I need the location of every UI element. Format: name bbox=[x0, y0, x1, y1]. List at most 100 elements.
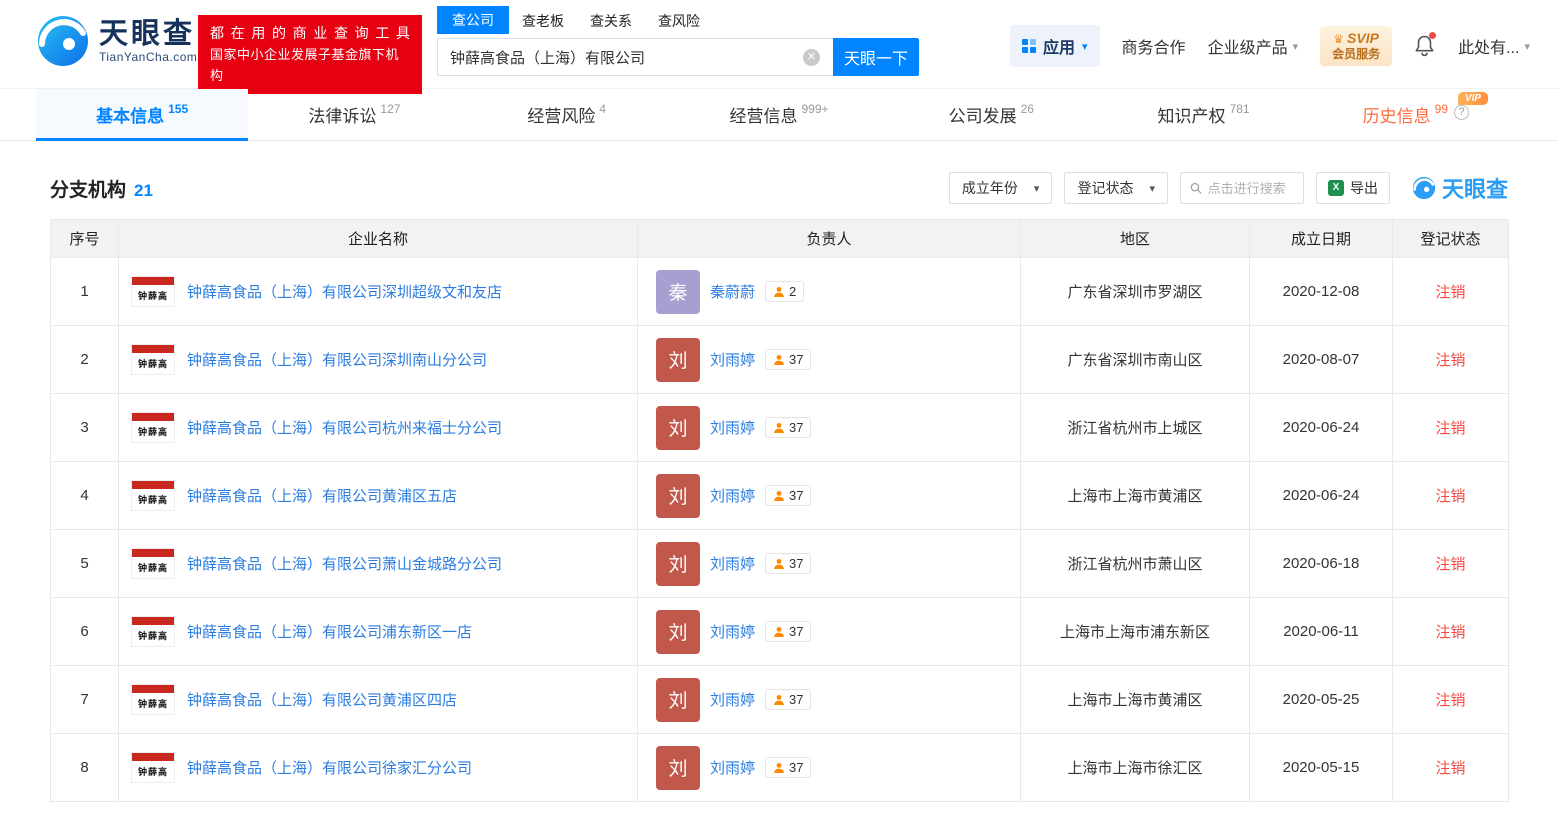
date-cell: 2020-08-07 bbox=[1250, 326, 1393, 394]
tab-history-info[interactable]: VIP 历史信息 99 ? bbox=[1310, 89, 1522, 140]
row-index: 1 bbox=[51, 258, 119, 326]
row-index: 2 bbox=[51, 326, 119, 394]
apps-label: 应用 bbox=[1043, 34, 1075, 58]
relation-badge[interactable]: 37 bbox=[765, 417, 811, 438]
avatar[interactable]: 刘 bbox=[656, 610, 700, 654]
row-index: 3 bbox=[51, 394, 119, 462]
notification-bell-icon[interactable] bbox=[1414, 34, 1436, 58]
search-input[interactable] bbox=[437, 38, 833, 76]
table-search-box[interactable] bbox=[1180, 172, 1304, 204]
tab-intellectual-property[interactable]: 知识产权 781 bbox=[1097, 89, 1309, 140]
apps-menu[interactable]: 应用 ▾ bbox=[1010, 25, 1100, 67]
region-cell: 上海市上海市徐汇区 bbox=[1021, 734, 1250, 802]
svip-member-button[interactable]: ♛ SVIP 会员服务 bbox=[1320, 26, 1392, 65]
top-header: 天眼查 TianYanCha.com 都在用的商业查询工具 国家中小企业发展子基… bbox=[0, 0, 1558, 88]
avatar[interactable]: 刘 bbox=[656, 474, 700, 518]
export-button[interactable]: X 导出 bbox=[1316, 172, 1390, 204]
status-badge: 注销 bbox=[1435, 621, 1465, 642]
table-row: 2 钟薛高 钟薛高食品（上海）有限公司深圳南山分公司 刘 刘雨婷 37 广东省深… bbox=[51, 326, 1508, 394]
tab-operation-risk[interactable]: 经营风险 4 bbox=[461, 89, 673, 140]
avatar[interactable]: 秦 bbox=[656, 270, 700, 314]
relation-badge[interactable]: 37 bbox=[765, 553, 811, 574]
region-cell: 上海市上海市浦东新区 bbox=[1021, 598, 1250, 666]
column-header-date: 成立日期 bbox=[1250, 220, 1393, 258]
relation-badge[interactable]: 37 bbox=[765, 689, 811, 710]
search-icon bbox=[1190, 181, 1202, 195]
header-menu: 应用 ▾ 商务合作 企业级产品 ▾ ♛ SVIP 会员服务 此处有... ▾ bbox=[1010, 24, 1530, 68]
relation-badge[interactable]: 37 bbox=[765, 485, 811, 506]
person-cell: 刘 刘雨婷 37 bbox=[638, 462, 1021, 530]
brand-domain: TianYanCha.com bbox=[99, 50, 197, 64]
filter-registration-status[interactable]: 登记状态 ▾ bbox=[1064, 172, 1168, 204]
company-name-link[interactable]: 钟薛高食品（上海）有限公司深圳南山分公司 bbox=[187, 349, 487, 370]
person-cell: 刘 刘雨婷 37 bbox=[638, 326, 1021, 394]
tab-company-development[interactable]: 公司发展 26 bbox=[885, 89, 1097, 140]
column-header-company: 企业名称 bbox=[119, 220, 638, 258]
help-icon[interactable]: ? bbox=[1454, 105, 1469, 120]
column-header-index: 序号 bbox=[51, 220, 119, 258]
person-name-link[interactable]: 刘雨婷 bbox=[710, 485, 755, 506]
account-menu[interactable]: 此处有... ▾ bbox=[1458, 34, 1530, 58]
search-tab-boss[interactable]: 查老板 bbox=[509, 8, 577, 34]
avatar[interactable]: 刘 bbox=[656, 542, 700, 586]
tab-basic-info[interactable]: 基本信息 155 bbox=[36, 89, 248, 140]
company-name-link[interactable]: 钟薛高食品（上海）有限公司徐家汇分公司 bbox=[187, 757, 472, 778]
person-cell: 刘 刘雨婷 37 bbox=[638, 530, 1021, 598]
detail-tabs: 基本信息 155 法律诉讼 127 经营风险 4 经营信息 999+ 公司发展 … bbox=[0, 88, 1558, 141]
person-name-link[interactable]: 刘雨婷 bbox=[710, 757, 755, 778]
relation-badge[interactable]: 37 bbox=[765, 757, 811, 778]
status-cell: 注销 bbox=[1393, 462, 1509, 530]
row-index: 5 bbox=[51, 530, 119, 598]
branch-count: 21 bbox=[134, 181, 153, 201]
company-name-link[interactable]: 钟薛高食品（上海）有限公司黄浦区四店 bbox=[187, 689, 457, 710]
relation-badge[interactable]: 2 bbox=[765, 281, 804, 302]
person-name-link[interactable]: 刘雨婷 bbox=[710, 349, 755, 370]
company-name-link[interactable]: 钟薛高食品（上海）有限公司深圳超级文和友店 bbox=[187, 281, 502, 302]
search-tab-risk[interactable]: 查风险 bbox=[645, 8, 713, 34]
search-tab-relation[interactable]: 查关系 bbox=[577, 8, 645, 34]
search-button[interactable]: 天眼一下 bbox=[833, 38, 919, 76]
vip-badge: VIP bbox=[1458, 92, 1488, 105]
company-name-link[interactable]: 钟薛高食品（上海）有限公司黄浦区五店 bbox=[187, 485, 457, 506]
business-cooperation-link[interactable]: 商务合作 bbox=[1122, 34, 1186, 58]
table-search-input[interactable] bbox=[1208, 181, 1294, 196]
search-tabs: 查公司 查老板 查关系 查风险 bbox=[437, 8, 919, 34]
company-name-link[interactable]: 钟薛高食品（上海）有限公司浦东新区一店 bbox=[187, 621, 472, 642]
table-row: 5 钟薛高 钟薛高食品（上海）有限公司萧山金城路分公司 刘 刘雨婷 37 浙江省… bbox=[51, 530, 1508, 598]
table-row: 4 钟薛高 钟薛高食品（上海）有限公司黄浦区五店 刘 刘雨婷 37 上海市上海市… bbox=[51, 462, 1508, 530]
region-cell: 上海市上海市黄浦区 bbox=[1021, 462, 1250, 530]
relation-badge[interactable]: 37 bbox=[765, 349, 811, 370]
enterprise-products-menu[interactable]: 企业级产品 ▾ bbox=[1208, 34, 1299, 58]
logo-red-band bbox=[132, 481, 174, 489]
person-name-link[interactable]: 刘雨婷 bbox=[710, 689, 755, 710]
logo-red-band bbox=[132, 617, 174, 625]
search-tab-company[interactable]: 查公司 bbox=[437, 6, 509, 34]
chevron-down-icon: ▾ bbox=[1293, 40, 1299, 53]
avatar[interactable]: 刘 bbox=[656, 678, 700, 722]
company-logo: 钟薛高 bbox=[131, 344, 175, 375]
date-cell: 2020-06-11 bbox=[1250, 598, 1393, 666]
person-name-link[interactable]: 刘雨婷 bbox=[710, 417, 755, 438]
avatar[interactable]: 刘 bbox=[656, 406, 700, 450]
tab-legal-litigation[interactable]: 法律诉讼 127 bbox=[248, 89, 460, 140]
status-badge: 注销 bbox=[1435, 281, 1465, 302]
person-name-link[interactable]: 刘雨婷 bbox=[710, 621, 755, 642]
avatar[interactable]: 刘 bbox=[656, 338, 700, 382]
company-name-link[interactable]: 钟薛高食品（上海）有限公司萧山金城路分公司 bbox=[187, 553, 502, 574]
avatar[interactable]: 刘 bbox=[656, 746, 700, 790]
relation-badge[interactable]: 37 bbox=[765, 621, 811, 642]
date-cell: 2020-05-15 bbox=[1250, 734, 1393, 802]
tab-operation-info[interactable]: 经营信息 999+ bbox=[673, 89, 885, 140]
person-icon bbox=[773, 762, 785, 774]
person-name-link[interactable]: 刘雨婷 bbox=[710, 553, 755, 574]
tianyancha-logo[interactable]: 天眼查 TianYanCha.com bbox=[36, 14, 197, 68]
company-name-link[interactable]: 钟薛高食品（上海）有限公司杭州来福士分公司 bbox=[187, 417, 502, 438]
promo-line1: 都在用的商业查询工具 bbox=[210, 23, 410, 44]
status-badge: 注销 bbox=[1435, 417, 1465, 438]
clear-search-icon[interactable]: ✕ bbox=[803, 49, 820, 66]
person-name-link[interactable]: 秦蔚蔚 bbox=[710, 281, 755, 302]
svip-sublabel: 会员服务 bbox=[1332, 47, 1380, 61]
filter-founding-year[interactable]: 成立年份 ▾ bbox=[949, 172, 1053, 204]
search-area: 查公司 查老板 查关系 查风险 ✕ 天眼一下 bbox=[437, 8, 919, 76]
status-badge: 注销 bbox=[1435, 689, 1465, 710]
